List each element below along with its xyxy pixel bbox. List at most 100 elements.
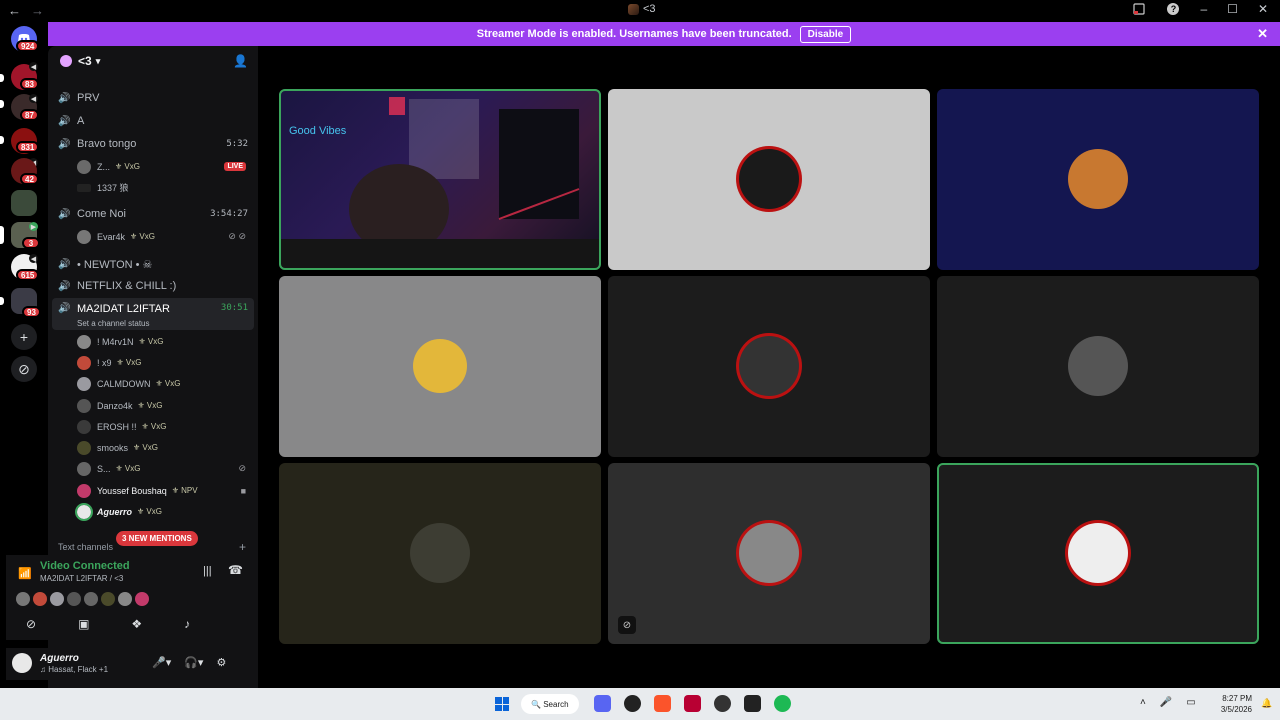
selected-pill: [0, 226, 4, 244]
voice-channel-bravo-tongo[interactable]: 🔊 Bravo tongo 5:32: [48, 134, 258, 154]
disconnect-icon[interactable]: ☎: [228, 563, 243, 577]
app-icon[interactable]: [684, 695, 701, 712]
streamer-mode-banner: Streamer Mode is enabled. Usernames have…: [48, 22, 1280, 46]
app-icon[interactable]: [714, 695, 731, 712]
voice-user[interactable]: Youssef Boushaq ⚜ NPV ■: [48, 480, 258, 501]
avatar[interactable]: [50, 592, 64, 606]
voice-user[interactable]: smooks ⚜ VxG: [48, 437, 258, 458]
voice-user[interactable]: 1337 狼: [48, 177, 258, 198]
voice-user[interactable]: Evar4k ⚜ VxG ⊘ ⊘: [48, 226, 258, 247]
gear-icon[interactable]: ⚙: [216, 656, 226, 669]
headphones-icon[interactable]: 🎧▾: [184, 656, 203, 669]
voice-channel-prv[interactable]: 🔊 PRV: [48, 88, 258, 108]
voice-user[interactable]: Z... ⚜ VxG LIVE: [48, 156, 258, 177]
channel-label: NETFLIX & CHILL :): [77, 280, 177, 292]
taskbar-search[interactable]: 🔍 Search: [521, 694, 579, 714]
network-icon[interactable]: ▭: [1186, 697, 1195, 708]
server-header[interactable]: <3 ▾ 👤: [48, 46, 258, 76]
video-tile-user[interactable]: [279, 463, 601, 644]
help-glyph: ?: [1167, 3, 1180, 15]
banner-close-icon[interactable]: ✕: [1257, 26, 1268, 42]
avatar[interactable]: [135, 592, 149, 606]
discord-app-icon[interactable]: [594, 695, 611, 712]
video-tile-user[interactable]: [279, 276, 601, 457]
chevron-up-icon[interactable]: ˄: [1140, 697, 1146, 708]
voice-channel-a[interactable]: 🔊 A: [48, 111, 258, 131]
notification-icon[interactable]: 🔔: [1261, 698, 1272, 709]
voice-user[interactable]: EROSH !! ⚜ VxG: [48, 416, 258, 437]
server-badge: 87: [20, 109, 39, 121]
video-tile-user[interactable]: [937, 89, 1259, 270]
clock-time: 8:27 PM: [1222, 694, 1252, 703]
back-button[interactable]: ←: [8, 3, 21, 18]
voice-user[interactable]: ! M4rv1N ⚜ VxG: [48, 331, 258, 352]
channel-label: • NEWTON • ☠: [77, 258, 153, 271]
invite-user-icon[interactable]: 👤: [233, 54, 248, 68]
minimize-icon[interactable]: –: [1200, 2, 1207, 16]
signal-icon[interactable]: 📶: [18, 567, 32, 580]
app-icon[interactable]: [744, 695, 761, 712]
video-tile-user[interactable]: [937, 276, 1259, 457]
server-icon: [628, 3, 639, 15]
unread-pill: [0, 297, 4, 305]
screen-share-icon[interactable]: ▣: [78, 617, 89, 631]
speaker-icon: 🔊: [58, 138, 71, 150]
avatar[interactable]: [16, 592, 30, 606]
voice-status-subtitle[interactable]: MA2IDAT L2IFTAR / <3: [40, 574, 123, 583]
activities-icon[interactable]: ❖: [131, 617, 142, 631]
video-tile-user[interactable]: ⊘: [608, 463, 930, 644]
camera-off-icon[interactable]: ⊘: [26, 617, 36, 631]
voice-actions: ⊘ ▣ ❖ ♪: [26, 617, 190, 631]
discover-button[interactable]: ⊘: [11, 356, 37, 382]
voice-channel-ma2idat[interactable]: 🔊 MA2IDAT L2IFTAR 30:51 Set a channel statu…: [52, 298, 254, 330]
add-server-button[interactable]: +: [11, 324, 37, 350]
voice-user[interactable]: Aguerro ⚜ VxG: [48, 501, 258, 522]
avatar[interactable]: [33, 592, 47, 606]
soundboard-icon[interactable]: ♪: [184, 617, 190, 631]
server-name: <3: [78, 54, 92, 68]
forward-button[interactable]: →: [31, 3, 44, 18]
text-channels-header[interactable]: Text channels: [58, 542, 113, 552]
avatar: [77, 419, 91, 434]
voice-user[interactable]: Danzo4k ⚜ VxG: [48, 395, 258, 416]
video-tile-user[interactable]: [937, 463, 1259, 644]
brave-icon[interactable]: [654, 695, 671, 712]
add-channel-icon[interactable]: +: [239, 540, 246, 554]
maximize-icon[interactable]: ☐: [1227, 2, 1238, 16]
microphone-icon[interactable]: 🎤: [1160, 697, 1172, 708]
voice-channel-newton[interactable]: 🔊 • NEWTON • ☠: [48, 254, 258, 274]
voice-user[interactable]: ! x9 ⚜ VxG: [48, 352, 258, 373]
avatar[interactable]: [101, 592, 115, 606]
avatar[interactable]: [84, 592, 98, 606]
close-icon[interactable]: ✕: [1258, 2, 1268, 16]
windows-start-icon[interactable]: [495, 697, 509, 711]
help-icon[interactable]: ?: [1166, 2, 1180, 16]
inbox-icon[interactable]: [1132, 2, 1146, 16]
microphone-icon[interactable]: 🎤▾: [152, 656, 171, 669]
search-label: Search: [543, 699, 569, 709]
video-tile-user[interactable]: [608, 89, 930, 270]
new-mentions-badge[interactable]: 3 NEW MENTIONS: [116, 531, 198, 546]
current-username[interactable]: Aguerro: [40, 653, 79, 664]
avatar: [410, 523, 470, 583]
avatar[interactable]: [12, 653, 32, 673]
voice-user[interactable]: CALMDOWN ⚜ VxG: [48, 373, 258, 394]
user-tag: ⚜ NPV: [171, 486, 198, 495]
user-controls: 🎤▾ 🎧▾ ⚙: [152, 656, 226, 669]
system-clock[interactable]: 8:27 PM 3/5/2026: [1216, 693, 1252, 715]
noise-suppression-icon[interactable]: |||: [203, 565, 212, 577]
avatar[interactable]: [118, 592, 132, 606]
video-tile-stream[interactable]: Good Vibes: [279, 89, 601, 270]
avatar[interactable]: [67, 592, 81, 606]
voice-channel-come-noi[interactable]: 🔊 Come Noi 3:54:27: [48, 204, 258, 224]
server-icon[interactable]: [11, 190, 37, 216]
avatar: [77, 440, 91, 455]
channel-status[interactable]: Set a channel status: [77, 319, 150, 328]
voice-user[interactable]: S... ⚜ VxG ⊘: [48, 458, 258, 479]
voice-channel-netflix[interactable]: 🔊 NETFLIX & CHILL :): [48, 276, 258, 296]
disable-button[interactable]: Disable: [799, 25, 852, 43]
app-icon[interactable]: [624, 695, 641, 712]
user-tag: ⚜ VxG: [116, 358, 142, 367]
video-tile-user[interactable]: [608, 276, 930, 457]
spotify-icon[interactable]: [774, 695, 791, 712]
